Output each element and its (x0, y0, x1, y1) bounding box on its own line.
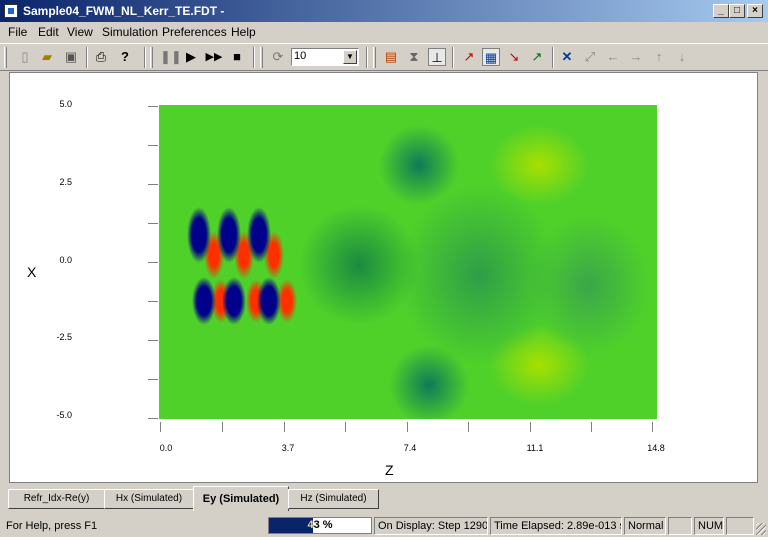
x-axis-label: Z (385, 462, 394, 478)
toolbar-grip[interactable] (373, 47, 376, 68)
tab-hz[interactable]: Hz (Simulated) (288, 489, 379, 509)
app-icon (4, 4, 18, 18)
tab-ey[interactable]: Ey (Simulated) (193, 486, 289, 511)
x-tick-label: 3.7 (281, 443, 295, 453)
y-tick-mark (148, 223, 158, 224)
view-tabs: Refr_Idx-Re(y) Hx (Simulated) Ey (Simula… (0, 485, 768, 513)
y-tick-mark (148, 301, 158, 302)
x-tick-mark (591, 422, 592, 432)
x-tick-mark (160, 422, 161, 432)
status-mode: Normal (624, 517, 666, 535)
toolbar-grip[interactable] (260, 47, 263, 68)
menu-view[interactable]: View (67, 25, 93, 39)
zoom-in-icon[interactable]: ✕ (558, 48, 576, 66)
y-tick-mark (148, 340, 158, 341)
y-axis-label: X (27, 264, 37, 280)
zoom-z-icon[interactable]: ↗ (460, 48, 478, 66)
chart-check-icon[interactable]: ↗ (528, 48, 546, 66)
x-tick-label: 14.8 (647, 443, 665, 453)
arrow-left-icon[interactable]: ← (604, 48, 622, 66)
stop-icon[interactable]: ■ (228, 48, 246, 66)
simulation-progress-bar: 43 % (268, 517, 372, 534)
y-tick-label: 5.0 (59, 99, 72, 109)
combo-value: 10 (294, 50, 307, 62)
close-button[interactable]: × (747, 4, 763, 18)
menu-help[interactable]: Help (231, 25, 256, 39)
x-tick-mark (284, 422, 285, 432)
maximize-button[interactable]: □ (729, 4, 745, 18)
status-num: NUM (694, 517, 724, 535)
chevron-down-icon[interactable]: ▼ (343, 50, 357, 64)
toolbar-grip[interactable] (4, 47, 7, 68)
y-tick-label: -5.0 (56, 410, 72, 420)
pause-icon[interactable]: ❚❚ (160, 48, 182, 66)
help-icon[interactable]: ? (116, 48, 134, 66)
separator (366, 47, 368, 68)
x-tick-label: 11.1 (526, 443, 544, 453)
y-tick-label: -2.5 (56, 332, 72, 342)
x-tick-mark (530, 422, 531, 432)
open-icon[interactable]: ▰ (38, 48, 56, 66)
x-tick-mark (345, 422, 346, 432)
toolbar: ▯ ▰ ▣ ⎙ ? ❚❚ ▶ ▶▶ ■ ⟳ ▤ ⧗ ⊥ ↗ ▦ ↘ ↗ ✕ ⤢ … (0, 43, 768, 71)
new-icon[interactable]: ▯ (16, 48, 34, 66)
separator (86, 47, 88, 68)
zoom-fit-icon[interactable]: ⤢ (581, 48, 599, 66)
minimize-button[interactable]: _ (713, 4, 729, 18)
separator (452, 47, 454, 68)
resize-grip[interactable] (756, 523, 766, 535)
separator (552, 47, 554, 68)
menu-edit[interactable]: Edit (38, 25, 59, 39)
save-icon[interactable]: ▣ (62, 48, 80, 66)
toolbar-grip[interactable] (150, 47, 153, 68)
field-heatmap[interactable] (159, 105, 657, 419)
y-tick-mark (148, 145, 158, 146)
chart-x-icon[interactable]: ↘ (505, 48, 523, 66)
refresh-icon[interactable]: ⟳ (269, 48, 287, 66)
print-icon[interactable]: ⎙ (92, 48, 110, 66)
x-tick-label: 7.4 (403, 443, 417, 453)
color-map-icon[interactable]: ▤ (382, 48, 400, 66)
status-display-step: On Display: Step 1290 (374, 517, 488, 535)
arrow-down-icon[interactable]: ↓ (673, 48, 691, 66)
axis-icon[interactable]: ⊥ (428, 48, 446, 66)
status-blank (668, 517, 692, 535)
separator (253, 47, 255, 68)
arrow-right-icon[interactable]: → (627, 48, 645, 66)
menu-preferences[interactable]: Preferences (162, 25, 227, 39)
menu-simulation[interactable]: Simulation (102, 25, 158, 39)
status-help-text: For Help, press F1 (6, 520, 98, 532)
status-elapsed: Time Elapsed: 2.89e-013 s (490, 517, 622, 535)
x-tick-mark (468, 422, 469, 432)
colorbar-icon[interactable]: ▦ (482, 48, 500, 66)
hourglass-icon[interactable]: ⧗ (405, 48, 423, 66)
y-tick-label: 2.5 (59, 177, 72, 187)
menu-file[interactable]: File (8, 25, 27, 39)
y-tick-mark (148, 418, 158, 419)
menu-bar: File Edit View Simulation Preferences He… (0, 22, 768, 41)
x-tick-mark (407, 422, 408, 432)
window-title: Sample04_FWM_NL_Kerr_TE.FDT - (23, 4, 225, 18)
title-bar: Sample04_FWM_NL_Kerr_TE.FDT - _ □ × (0, 0, 768, 22)
y-tick-label: 0.0 (59, 255, 72, 265)
arrow-up-icon[interactable]: ↑ (650, 48, 668, 66)
progress-text: 43 % (307, 519, 333, 531)
status-scroll (726, 517, 754, 535)
y-tick-mark (148, 262, 158, 263)
y-tick-mark (148, 184, 158, 185)
step-icon[interactable]: ▶▶ (205, 48, 223, 66)
tab-hx[interactable]: Hx (Simulated) (104, 489, 194, 509)
x-tick-label: 0.0 (159, 443, 173, 453)
x-tick-mark (222, 422, 223, 432)
y-tick-mark (148, 106, 158, 107)
tab-refr-idx[interactable]: Refr_Idx-Re(y) (8, 489, 105, 509)
x-tick-mark (652, 422, 653, 432)
y-tick-mark (148, 379, 158, 380)
play-icon[interactable]: ▶ (182, 48, 200, 66)
status-bar: For Help, press F1 On Display: Step 1290… (0, 515, 768, 537)
separator (144, 47, 146, 68)
step-size-combo[interactable]: 10 ▼ (291, 48, 359, 66)
